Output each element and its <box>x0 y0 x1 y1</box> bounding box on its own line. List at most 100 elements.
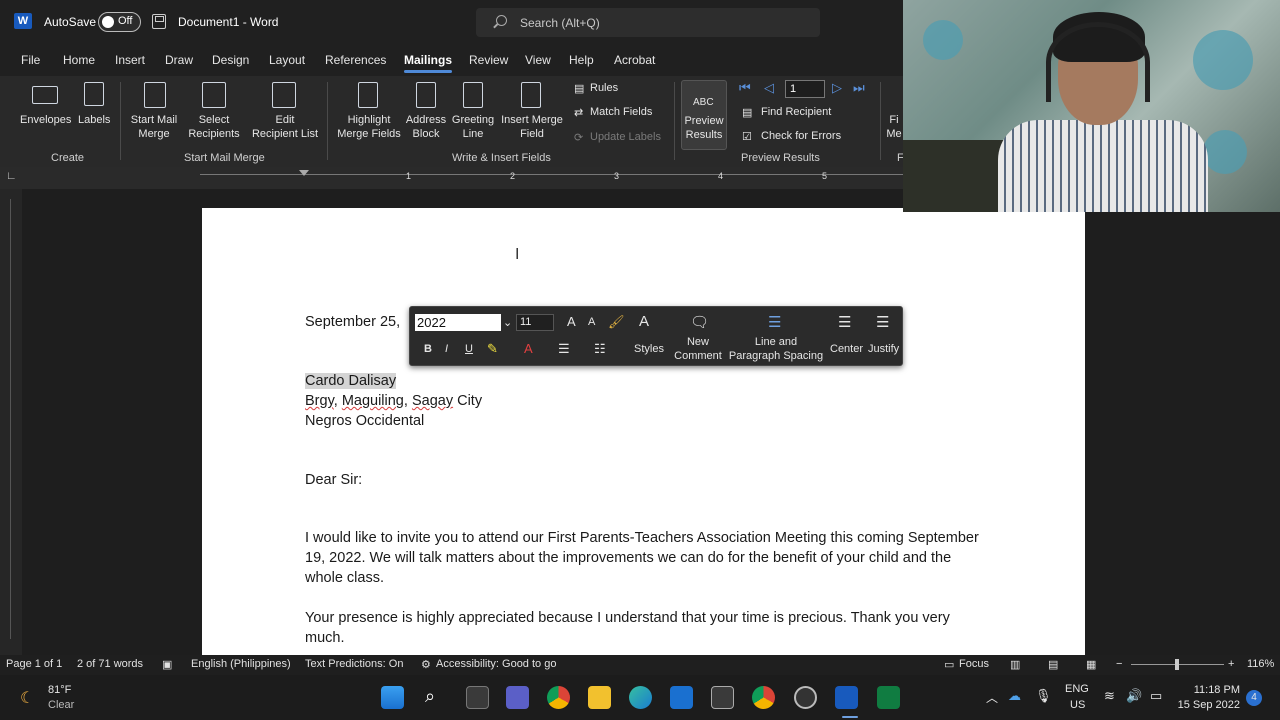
start-mail-merge-button[interactable]: Start Mail Merge <box>129 113 179 141</box>
onedrive-icon[interactable]: ☁ <box>1008 688 1021 704</box>
format-painter-icon[interactable]: 🖌 <box>608 314 625 330</box>
wifi-icon[interactable]: ≋ <box>1104 688 1115 704</box>
rules-button[interactable]: Rules <box>590 82 618 94</box>
edit-recipient-list-button[interactable]: Edit Recipient List <box>249 113 321 141</box>
print-layout-icon[interactable]: ▤ <box>1048 658 1058 671</box>
tab-references[interactable]: References <box>325 53 386 67</box>
greeting-line-button[interactable]: Greeting Line <box>450 113 496 141</box>
comment-icon[interactable]: 🗨 <box>690 313 709 331</box>
highlight-color-icon[interactable]: ✎ <box>487 341 498 357</box>
indent-marker[interactable] <box>299 170 309 176</box>
zoom-out-icon[interactable]: − <box>1116 658 1122 670</box>
tab-draw[interactable]: Draw <box>165 53 193 67</box>
tab-review[interactable]: Review <box>469 53 508 67</box>
weather-icon[interactable]: ☾ <box>20 688 34 708</box>
bullets-icon[interactable]: ☰ <box>558 341 570 357</box>
underline-button[interactable]: U <box>465 343 473 355</box>
first-record-icon[interactable]: ⏮ <box>739 80 751 96</box>
numbering-icon[interactable]: ☷ <box>594 341 606 357</box>
check-for-errors-button[interactable]: Check for Errors <box>761 130 841 142</box>
mic-icon[interactable]: 🎙 <box>1035 688 1052 704</box>
envelopes-button[interactable]: Envelopes <box>20 113 71 127</box>
taskbar-search-icon[interactable]: ⌕ <box>425 686 435 707</box>
zoom-slider-thumb[interactable] <box>1175 659 1179 670</box>
record-number-input[interactable]: 1 <box>785 80 825 98</box>
battery-icon[interactable]: ▭ <box>1150 688 1162 704</box>
tab-selector[interactable]: ∟ <box>6 170 17 182</box>
tab-design[interactable]: Design <box>212 53 249 67</box>
document-page[interactable]: I September 25, Cardo Dalisay Brgy, Magu… <box>202 208 1085 655</box>
zoom-level[interactable]: 116% <box>1247 658 1274 670</box>
volume-icon[interactable]: 🔊 <box>1126 688 1142 704</box>
match-fields-button[interactable]: Match Fields <box>590 106 652 118</box>
update-labels-button[interactable]: Update Labels <box>590 131 661 143</box>
language-top[interactable]: ENG <box>1065 683 1089 695</box>
edge-icon[interactable] <box>629 686 652 709</box>
tab-file[interactable]: File <box>21 53 40 67</box>
preview-results-button[interactable]: ABC Preview Results <box>681 80 727 150</box>
bold-button[interactable]: B <box>424 343 432 355</box>
font-color-icon[interactable]: A <box>524 341 533 356</box>
labels-button[interactable]: Labels <box>78 113 110 127</box>
italic-button[interactable]: I <box>445 343 448 355</box>
center-align-icon[interactable]: ☰ <box>838 313 851 331</box>
accessibility-status[interactable]: Accessibility: Good to go <box>436 658 556 670</box>
font-name-input[interactable]: 2022 <box>415 314 501 331</box>
select-recipients-button[interactable]: Select Recipients <box>182 113 246 141</box>
chat-icon[interactable] <box>506 686 529 709</box>
search-box[interactable]: Search (Alt+Q) <box>476 8 820 37</box>
justify-icon[interactable]: ☰ <box>876 313 889 331</box>
new-comment-button[interactable]: New Comment <box>674 335 722 363</box>
center-button[interactable]: Center <box>830 342 863 356</box>
web-layout-icon[interactable]: ▦ <box>1086 658 1096 671</box>
next-record-icon[interactable]: ▷ <box>832 80 842 96</box>
word-count[interactable]: 2 of 71 words <box>77 658 143 670</box>
word-taskbar-icon[interactable] <box>835 686 858 709</box>
styles-icon[interactable]: A <box>639 313 649 330</box>
excel-taskbar-icon[interactable] <box>877 686 900 709</box>
styles-button[interactable]: Styles <box>634 342 664 356</box>
chrome-profile-icon[interactable] <box>752 686 775 709</box>
font-size-input[interactable]: 11 <box>516 314 554 331</box>
line-spacing-icon[interactable]: ☰ <box>768 313 781 331</box>
read-mode-icon[interactable]: ▥ <box>1010 658 1020 671</box>
tab-mailings[interactable]: Mailings <box>404 53 453 73</box>
store-icon[interactable] <box>711 686 734 709</box>
last-record-icon[interactable]: ⏭ <box>853 80 865 96</box>
page-count[interactable]: Page 1 of 1 <box>6 658 62 670</box>
windows-start-icon[interactable] <box>381 686 404 709</box>
insert-merge-field-button[interactable]: Insert Merge Field <box>498 113 566 141</box>
find-recipient-button[interactable]: Find Recipient <box>761 106 831 118</box>
address-block-button[interactable]: Address Block <box>404 113 448 141</box>
chrome-icon[interactable] <box>547 686 570 709</box>
justify-button[interactable]: Justify <box>868 342 899 356</box>
save-icon[interactable] <box>152 14 166 29</box>
tab-acrobat[interactable]: Acrobat <box>614 53 655 67</box>
proofing-icon[interactable]: ▣ <box>162 658 172 671</box>
mail-icon[interactable] <box>670 686 693 709</box>
tab-layout[interactable]: Layout <box>269 53 305 67</box>
obs-icon[interactable] <box>794 686 817 709</box>
language[interactable]: English (Philippines) <box>191 658 291 670</box>
prev-record-icon[interactable]: ◁ <box>764 80 774 96</box>
zoom-in-icon[interactable]: + <box>1228 658 1234 670</box>
shrink-font-icon[interactable]: A <box>588 316 595 328</box>
explorer-icon[interactable] <box>588 686 611 709</box>
weather-temp[interactable]: 81°F <box>48 684 71 696</box>
finish-merge-button[interactable]: Fi Me <box>886 113 902 141</box>
text-predictions[interactable]: Text Predictions: On <box>305 658 403 670</box>
tab-help[interactable]: Help <box>569 53 594 67</box>
line-paragraph-spacing-button[interactable]: Line and Paragraph Spacing <box>728 335 824 363</box>
task-view-icon[interactable] <box>466 686 489 709</box>
tab-insert[interactable]: Insert <box>115 53 145 67</box>
tray-chevron-icon[interactable]: ︿ <box>986 689 998 706</box>
tab-view[interactable]: View <box>525 53 551 67</box>
tab-home[interactable]: Home <box>63 53 95 67</box>
notification-badge[interactable]: 4 <box>1246 690 1262 706</box>
grow-font-icon[interactable]: A <box>567 314 576 329</box>
clock-time[interactable]: 11:18 PM <box>1180 684 1240 696</box>
font-dropdown-chevron-icon[interactable]: ⌄ <box>503 316 512 329</box>
highlight-merge-fields-button[interactable]: Highlight Merge Fields <box>334 113 404 141</box>
autosave-toggle[interactable]: Off <box>98 12 141 32</box>
focus-button[interactable]: Focus <box>959 658 989 670</box>
